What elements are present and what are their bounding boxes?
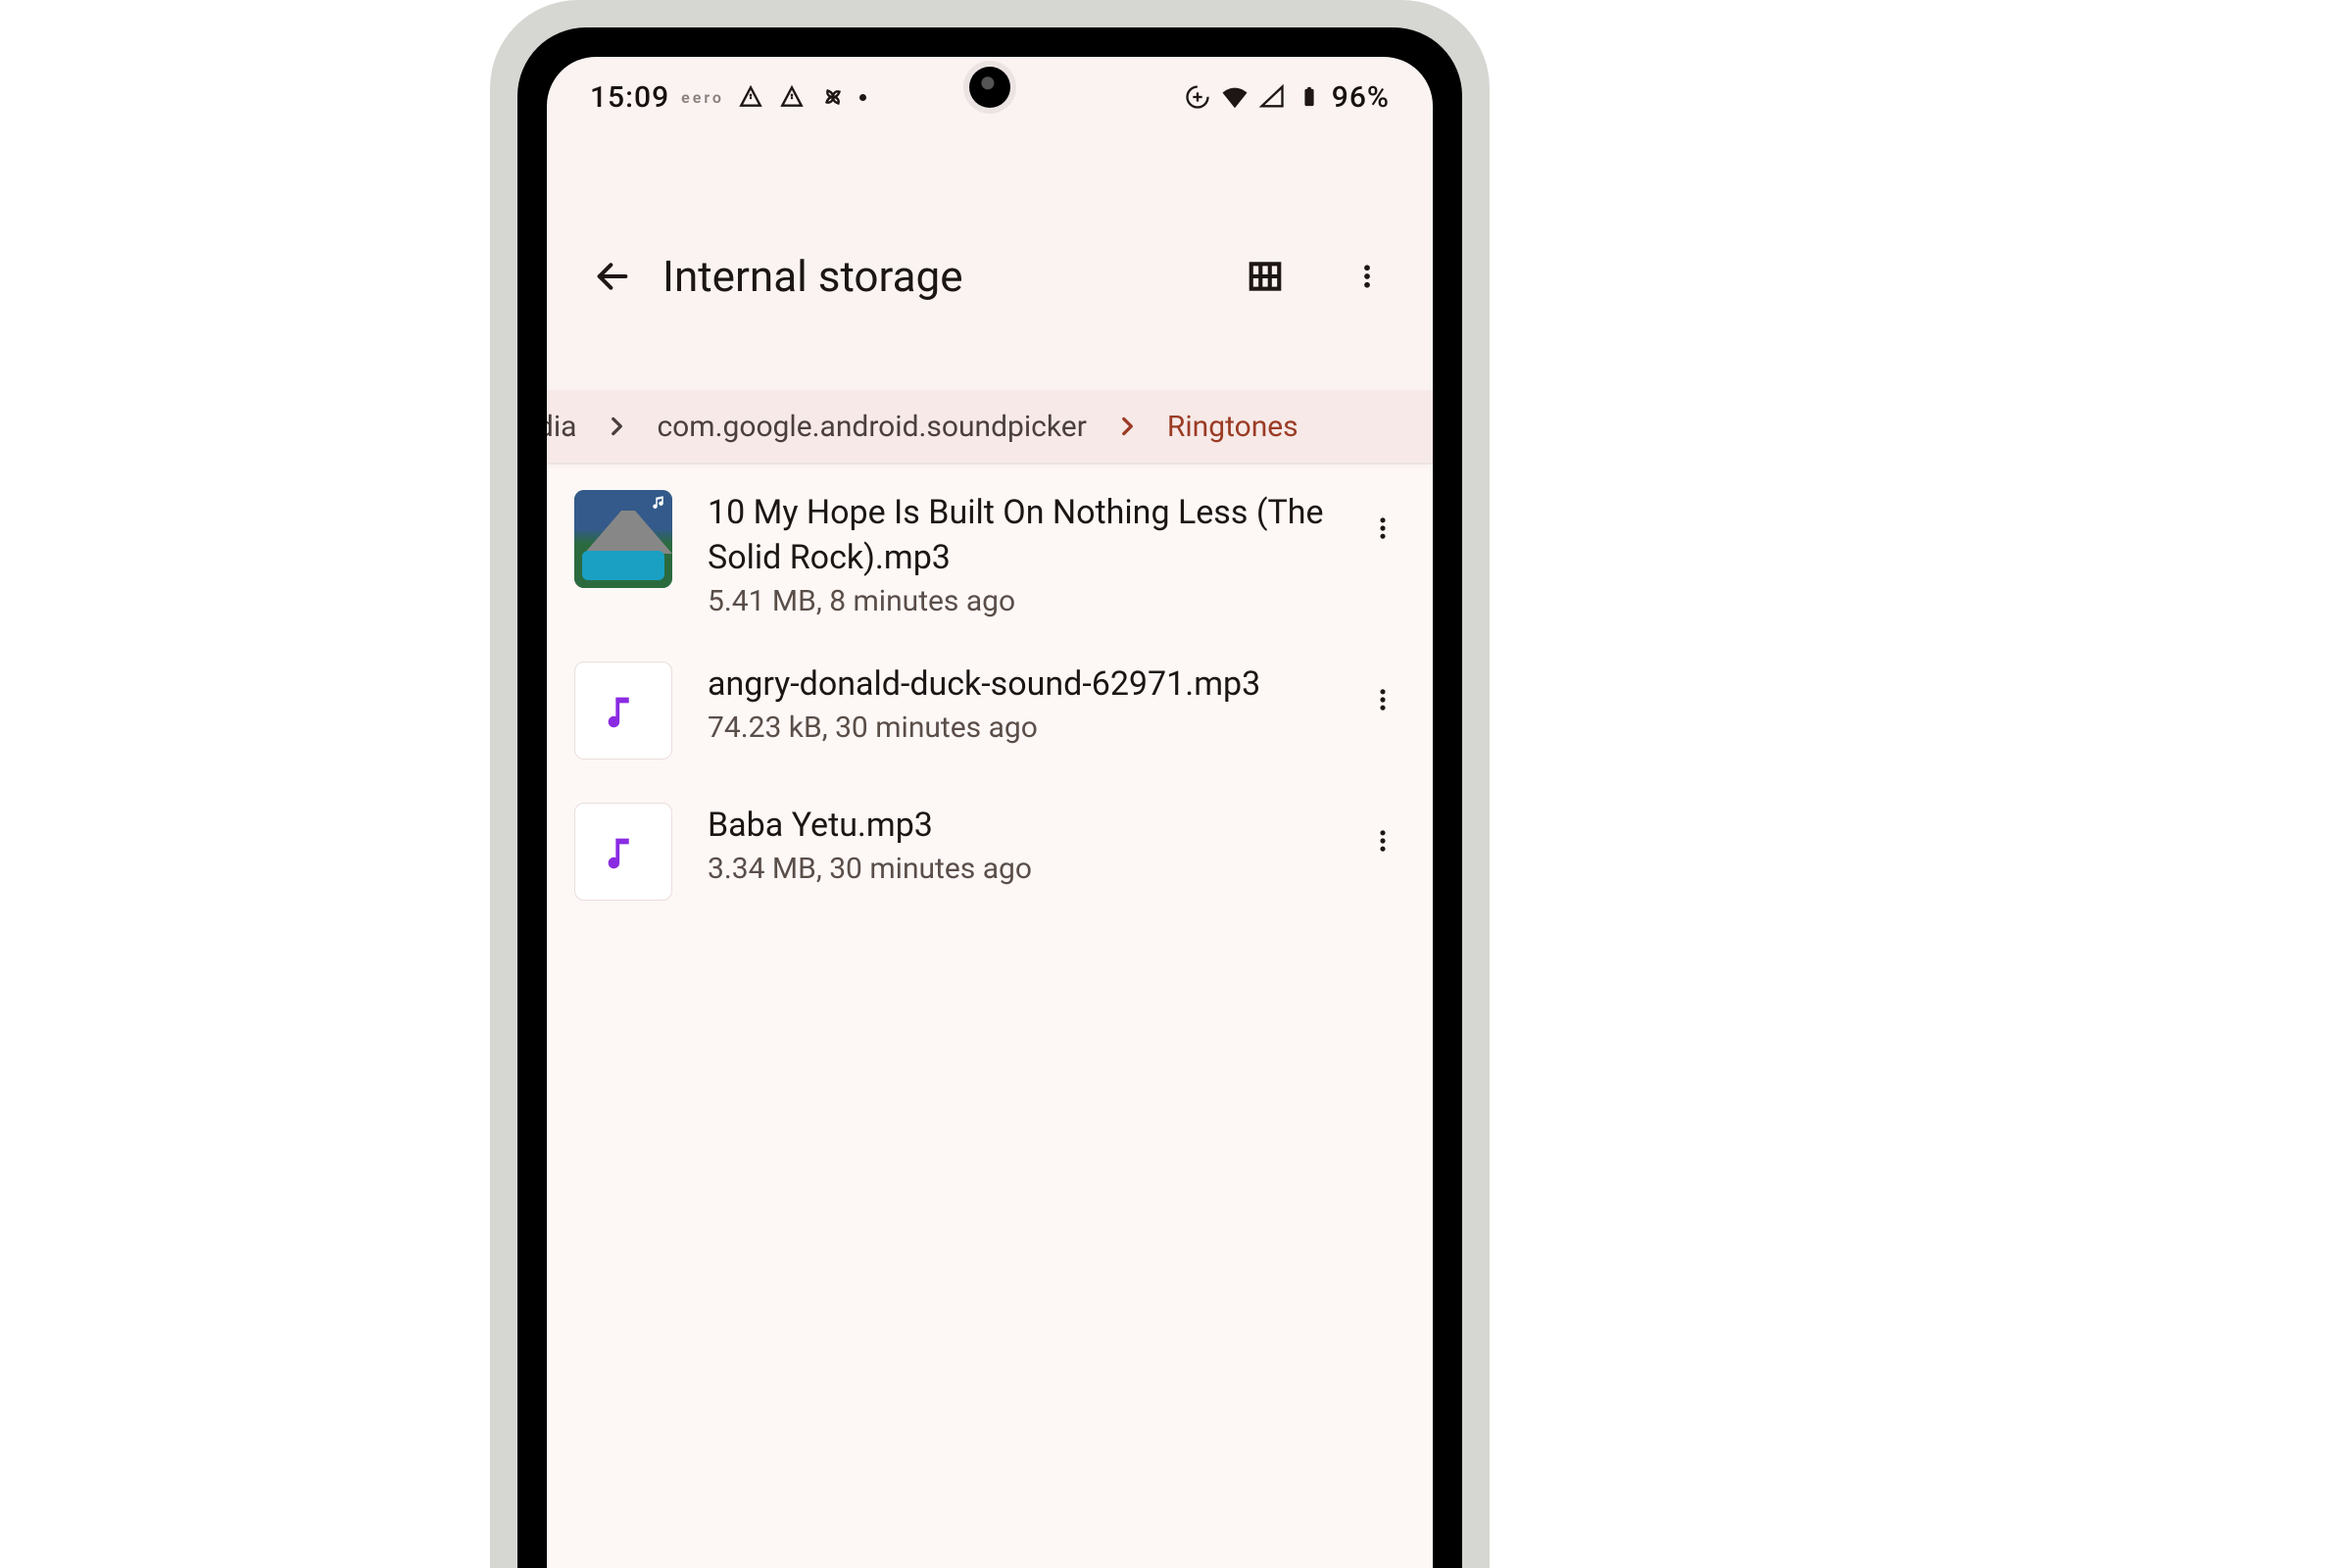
power-button[interactable] — [1486, 578, 1490, 715]
file-list: 10 My Hope Is Built On Nothing Less (The… — [547, 468, 1433, 1568]
file-name: 10 My Hope Is Built On Nothing Less (The… — [708, 490, 1325, 580]
phone-frame: 15:09 eero — [490, 0, 1490, 1568]
cell-signal-icon — [1257, 82, 1287, 112]
row-more-button[interactable] — [1360, 506, 1405, 551]
triangle-alert-icon — [777, 82, 807, 112]
breadcrumb[interactable]: edia com.google.android.soundpicker Ring… — [547, 390, 1433, 463]
breadcrumb-item-current[interactable]: Ringtones — [1167, 410, 1298, 444]
file-thumbnail — [574, 490, 672, 588]
breadcrumb-item[interactable]: com.google.android.soundpicker — [657, 410, 1086, 444]
status-bar: 15:09 eero — [547, 57, 1433, 137]
row-more-button[interactable] — [1360, 818, 1405, 863]
page-title: Internal storage — [662, 251, 1215, 302]
back-button[interactable] — [590, 254, 635, 299]
row-more-button[interactable] — [1360, 677, 1405, 722]
wifi-icon — [1220, 82, 1250, 112]
file-subtitle: 74.23 kB, 30 minutes ago — [708, 710, 1325, 745]
grid-view-button[interactable] — [1243, 254, 1288, 299]
app-bar: Internal storage — [547, 235, 1433, 318]
status-carrier: eero — [681, 88, 724, 107]
status-battery-text: 96% — [1332, 80, 1390, 115]
divider — [547, 463, 1433, 465]
breadcrumb-item[interactable]: edia — [547, 410, 576, 444]
file-row[interactable]: 10 My Hope Is Built On Nothing Less (The… — [547, 468, 1433, 640]
file-name: Baba Yetu.mp3 — [708, 803, 1325, 848]
music-note-icon — [601, 829, 646, 874]
chevron-right-icon — [1114, 414, 1140, 439]
music-note-icon — [601, 688, 646, 733]
volume-rocker[interactable] — [1486, 990, 1490, 1284]
file-row[interactable]: Baba Yetu.mp3 3.34 MB, 30 minutes ago — [547, 781, 1433, 922]
file-thumbnail — [574, 803, 672, 901]
battery-icon — [1295, 82, 1324, 112]
file-subtitle: 3.34 MB, 30 minutes ago — [708, 852, 1325, 886]
pinwheel-icon — [818, 82, 848, 112]
file-name: angry-donald-duck-sound-62971.mp3 — [708, 662, 1325, 707]
status-clock: 15:09 — [590, 80, 669, 115]
data-saver-icon — [1183, 82, 1212, 112]
triangle-alert-icon — [736, 82, 765, 112]
file-subtitle: 5.41 MB, 8 minutes ago — [708, 584, 1325, 618]
chevron-right-icon — [604, 414, 629, 439]
music-note-icon — [651, 494, 668, 512]
status-notification-dot-icon — [859, 94, 866, 101]
screen: 15:09 eero — [547, 57, 1433, 1568]
file-row[interactable]: angry-donald-duck-sound-62971.mp3 74.23 … — [547, 640, 1433, 781]
more-options-button[interactable] — [1345, 254, 1390, 299]
file-thumbnail — [574, 662, 672, 760]
